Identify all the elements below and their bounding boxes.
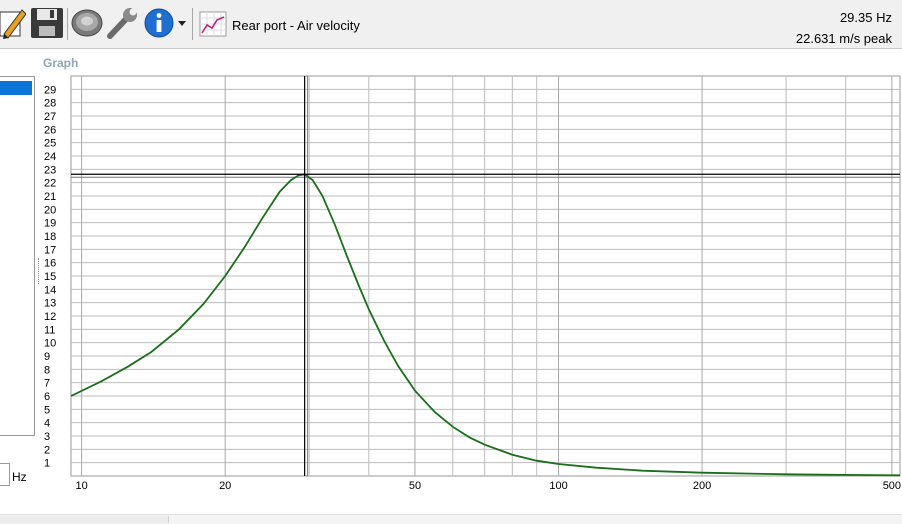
x-tick-label: 200	[693, 480, 711, 492]
y-tick-label: 2	[44, 444, 50, 456]
x-tick-label: 50	[409, 480, 421, 492]
y-tick-label: 21	[44, 191, 56, 203]
y-tick-label: 14	[44, 284, 56, 296]
y-tick-label: 11	[44, 324, 55, 336]
y-tick-label: 19	[44, 218, 56, 230]
x-tick-label: 10	[75, 480, 87, 492]
y-tick-label: 3	[44, 431, 50, 443]
x-tick-label: 100	[549, 480, 567, 492]
y-tick-label: 9	[44, 351, 50, 363]
y-tick-label: 29	[44, 84, 56, 96]
y-tick-label: 25	[44, 138, 56, 150]
y-tick-label: 12	[44, 311, 56, 323]
y-tick-label: 18	[44, 231, 56, 243]
y-tick-label: 15	[44, 271, 56, 283]
y-tick-label: 28	[44, 98, 56, 110]
x-tick-label: 20	[219, 480, 231, 492]
air-velocity-chart[interactable]: 1234567891011121314151617181920212223242…	[0, 0, 902, 514]
grid-lines	[70, 75, 901, 477]
y-tick-label: 4	[44, 418, 50, 430]
y-tick-label: 6	[44, 391, 50, 403]
y-tick-label: 26	[44, 124, 56, 136]
y-tick-label: 1	[44, 458, 50, 470]
y-tick-label: 7	[44, 378, 50, 390]
x-tick-label: 500	[883, 480, 901, 492]
y-tick-label: 24	[44, 151, 56, 163]
x-tick-labels: 10 20 50 100 200 500	[75, 480, 901, 492]
y-tick-label: 23	[44, 164, 56, 176]
y-tick-label: 27	[44, 111, 56, 123]
y-tick-labels: 1234567891011121314151617181920212223242…	[44, 84, 56, 469]
status-tab[interactable]	[0, 516, 169, 523]
y-tick-label: 22	[44, 178, 56, 190]
y-tick-label: 5	[44, 404, 50, 416]
y-tick-label: 16	[44, 258, 56, 270]
y-tick-label: 20	[44, 204, 56, 216]
y-tick-label: 10	[44, 338, 56, 350]
y-tick-label: 8	[44, 364, 50, 376]
y-tick-label: 13	[44, 298, 56, 310]
y-tick-label: 17	[44, 244, 56, 256]
